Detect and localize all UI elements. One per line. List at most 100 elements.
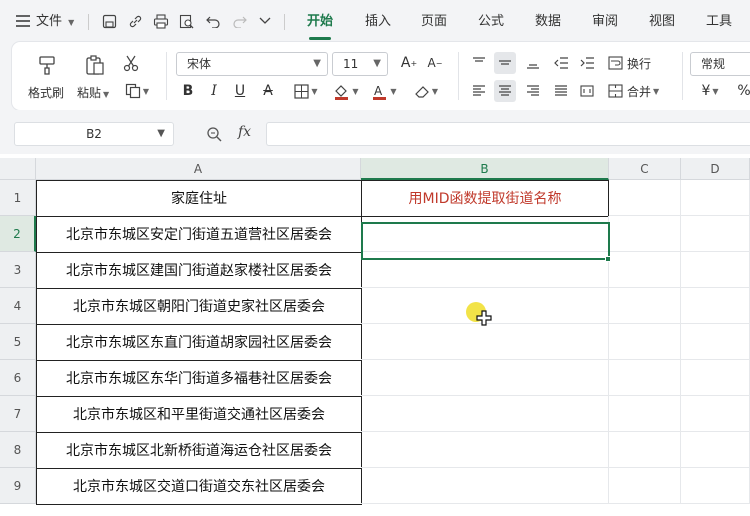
name-box[interactable]: B2 ▼ — [14, 122, 174, 146]
cell-b7[interactable] — [361, 396, 609, 432]
row-header-3[interactable]: 3 — [0, 252, 36, 288]
tab-view[interactable]: 视图 — [649, 12, 675, 34]
increase-font-size-icon[interactable]: A + — [398, 52, 420, 74]
cell-c3[interactable] — [609, 252, 681, 288]
paste-icon[interactable] — [82, 52, 108, 78]
font-color-button[interactable]: A ▼ — [368, 80, 400, 102]
increase-indent-icon[interactable] — [576, 52, 598, 74]
underline-icon[interactable]: U — [230, 80, 250, 102]
save-icon[interactable] — [100, 12, 118, 30]
cell-a9[interactable]: 北京市东城区交道口街道交东社区居委会 — [36, 468, 362, 505]
borders-button[interactable]: ▼ — [290, 80, 322, 102]
number-format-select[interactable]: 常规 — [690, 52, 750, 76]
cell-a3[interactable]: 北京市东城区建国门街道赵家楼社区居委会 — [36, 252, 362, 289]
fill-color-button[interactable]: ▼ — [330, 80, 362, 102]
cell-d1[interactable] — [681, 180, 750, 216]
cell-a8[interactable]: 北京市东城区北新桥街道海运仓社区居委会 — [36, 432, 362, 469]
column-header-c[interactable]: C — [609, 158, 681, 180]
link-icon[interactable] — [126, 12, 144, 30]
align-center-icon[interactable] — [494, 80, 516, 102]
strikethrough-icon[interactable]: A — [258, 80, 278, 102]
font-size-select[interactable]: 11 ▼ — [332, 52, 388, 76]
cell-c4[interactable] — [609, 288, 681, 324]
hamburger-menu-icon[interactable] — [14, 12, 32, 30]
italic-icon[interactable]: I — [204, 80, 224, 102]
select-all-corner[interactable] — [0, 158, 36, 180]
cell-b1[interactable]: 用MID函数提取街道名称 — [361, 180, 609, 217]
column-header-d[interactable]: D — [681, 158, 750, 180]
row-header-6[interactable]: 6 — [0, 360, 36, 396]
align-left-icon[interactable] — [468, 80, 490, 102]
cell-d2[interactable] — [681, 216, 750, 252]
cell-a5[interactable]: 北京市东城区东直门街道胡家园社区居委会 — [36, 324, 362, 361]
cell-b5[interactable] — [361, 324, 609, 360]
row-header-1[interactable]: 1 — [0, 180, 36, 216]
row-header-7[interactable]: 7 — [0, 396, 36, 432]
row-header-8[interactable]: 8 — [0, 432, 36, 468]
align-bottom-icon[interactable] — [522, 52, 544, 74]
cell-c7[interactable] — [609, 396, 681, 432]
cell-d5[interactable] — [681, 324, 750, 360]
decrease-indent-icon[interactable] — [550, 52, 572, 74]
wrap-text-button[interactable]: 换行 — [608, 52, 668, 74]
undo-icon[interactable] — [204, 12, 222, 30]
tab-home[interactable]: 开始 — [307, 12, 333, 40]
tab-review[interactable]: 审阅 — [592, 12, 618, 34]
cell-b6[interactable] — [361, 360, 609, 396]
align-top-icon[interactable] — [468, 52, 490, 74]
decrease-font-size-icon[interactable]: A − — [424, 52, 446, 74]
cell-d3[interactable] — [681, 252, 750, 288]
cell-b8[interactable] — [361, 432, 609, 468]
print-preview-icon[interactable] — [178, 12, 196, 30]
tab-formulas[interactable]: 公式 — [478, 12, 504, 34]
print-icon[interactable] — [152, 12, 170, 30]
justify-icon[interactable] — [550, 80, 572, 102]
cell-b9[interactable] — [361, 468, 609, 504]
currency-button[interactable]: ¥ ▼ — [692, 80, 728, 102]
cell-d4[interactable] — [681, 288, 750, 324]
row-header-5[interactable]: 5 — [0, 324, 36, 360]
cell-a7[interactable]: 北京市东城区和平里街道交通社区居委会 — [36, 396, 362, 433]
cell-c5[interactable] — [609, 324, 681, 360]
fill-handle[interactable] — [605, 256, 611, 262]
cell-d6[interactable] — [681, 360, 750, 396]
more-icon[interactable] — [256, 12, 274, 30]
column-header-b[interactable]: B — [361, 158, 609, 180]
formula-input[interactable] — [266, 122, 750, 146]
tab-page[interactable]: 页面 — [421, 12, 447, 34]
zoom-search-icon[interactable] — [206, 126, 222, 142]
copy-button[interactable]: ▼ — [120, 80, 154, 102]
row-header-2[interactable]: 2 — [0, 216, 36, 252]
cell-c1[interactable] — [609, 180, 681, 216]
cell-d7[interactable] — [681, 396, 750, 432]
cell-c8[interactable] — [609, 432, 681, 468]
redo-icon[interactable] — [230, 12, 248, 30]
percent-icon[interactable]: % — [734, 80, 750, 102]
cell-c9[interactable] — [609, 468, 681, 504]
tab-insert[interactable]: 插入 — [365, 12, 391, 34]
cell-c6[interactable] — [609, 360, 681, 396]
cell-a1[interactable]: 家庭住址 — [36, 180, 362, 217]
align-right-icon[interactable] — [522, 80, 544, 102]
distributed-align-icon[interactable] — [576, 80, 598, 102]
merge-button[interactable]: 合并 ▼ — [608, 80, 678, 102]
font-name-select[interactable]: 宋体 ▼ — [176, 52, 328, 76]
row-header-9[interactable]: 9 — [0, 468, 36, 504]
row-header-4[interactable]: 4 — [0, 288, 36, 324]
paste-button[interactable]: 粘贴 ▼ — [77, 84, 109, 101]
active-cell-selection[interactable] — [361, 222, 610, 260]
format-painter-icon[interactable] — [34, 52, 60, 78]
format-painter-label[interactable]: 格式刷 — [28, 84, 64, 101]
file-menu[interactable]: 文件 ▼ — [36, 12, 74, 32]
tab-data[interactable]: 数据 — [535, 12, 561, 34]
align-middle-icon[interactable] — [494, 52, 516, 74]
cell-d8[interactable] — [681, 432, 750, 468]
cut-icon[interactable] — [120, 52, 142, 74]
cell-a6[interactable]: 北京市东城区东华门街道多福巷社区居委会 — [36, 360, 362, 397]
cell-a4[interactable]: 北京市东城区朝阳门街道史家社区居委会 — [36, 288, 362, 325]
column-header-a[interactable]: A — [36, 158, 361, 180]
bold-icon[interactable]: B — [178, 80, 198, 102]
cell-a2[interactable]: 北京市东城区安定门街道五道营社区居委会 — [36, 216, 362, 253]
clear-format-button[interactable]: ▼ — [410, 80, 442, 102]
insert-function-icon[interactable]: fx — [238, 124, 251, 140]
